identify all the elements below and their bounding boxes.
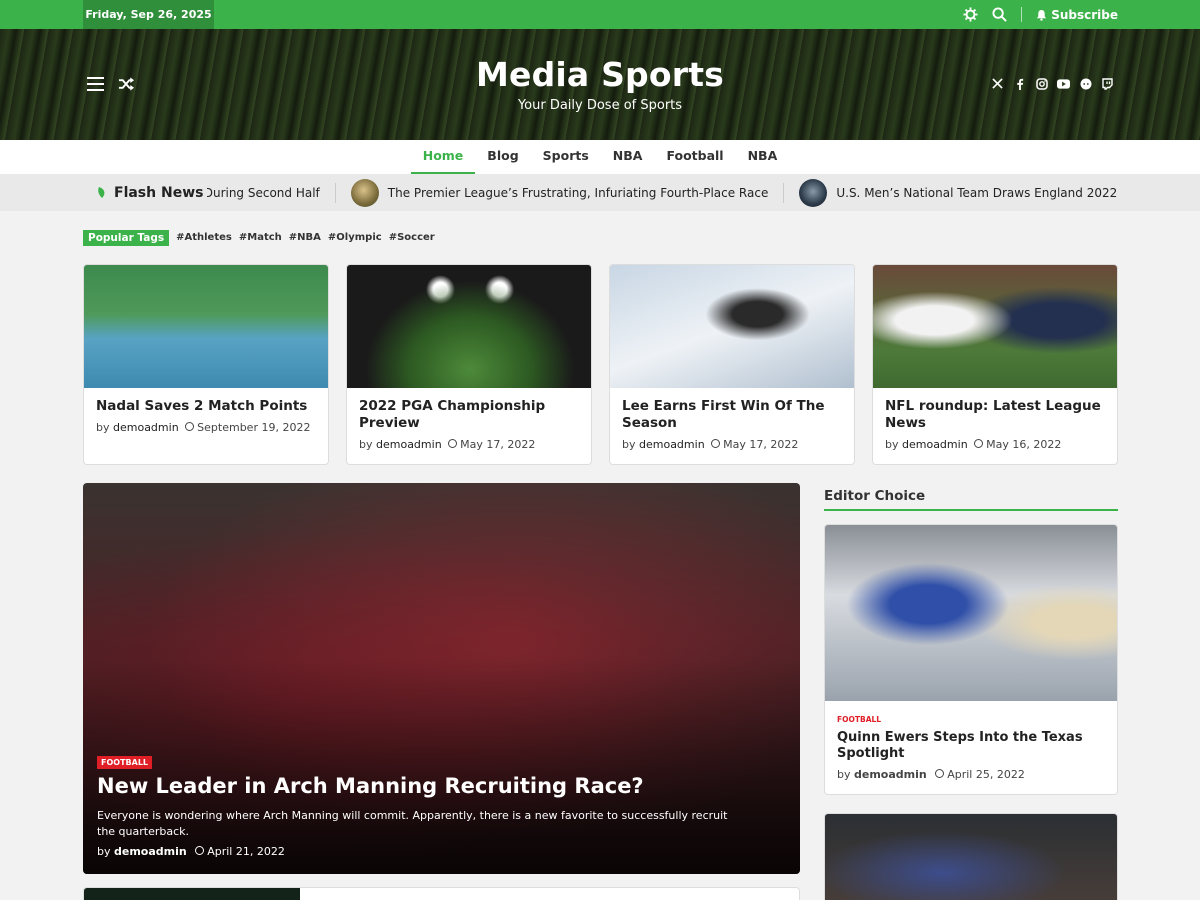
clock-icon bbox=[194, 846, 204, 855]
post-thumbnail[interactable] bbox=[84, 265, 328, 388]
post-title[interactable]: Lee Earns First Win Of The Season bbox=[622, 398, 842, 432]
post-thumbnail[interactable] bbox=[347, 265, 591, 388]
twitch-icon[interactable] bbox=[1101, 77, 1114, 90]
post-meta: by demoadmin May 17, 2022 bbox=[359, 438, 536, 451]
post-date: May 16, 2022 bbox=[986, 438, 1062, 451]
tag-athletes[interactable]: #Athletes bbox=[176, 232, 232, 243]
category-badge[interactable]: FOOTBALL bbox=[97, 756, 153, 769]
leaf-icon bbox=[98, 187, 105, 198]
ticker-item[interactable]: U.S. Men’s National Team Draws England 2… bbox=[784, 178, 1119, 207]
clock-icon bbox=[447, 439, 457, 448]
popular-tags: Popular Tags #Athletes #Match #NBA #Olym… bbox=[83, 229, 435, 246]
post-title[interactable]: Quinn Ewers Steps Into the Texas Spotlig… bbox=[837, 730, 1105, 762]
post-thumbnail[interactable] bbox=[825, 525, 1117, 701]
site-tagline: Your Daily Dose of Sports bbox=[517, 98, 683, 113]
ticker-item-title: The Premier League’s Frustrating, Infuri… bbox=[387, 185, 769, 200]
news-ticker: ries During Second Half The Premier Leag… bbox=[203, 174, 1119, 211]
post-card[interactable]: NFL roundup: Latest League News by demoa… bbox=[872, 264, 1118, 465]
post-thumbnail[interactable] bbox=[84, 888, 300, 900]
post-author[interactable]: demoadmin bbox=[639, 438, 705, 451]
post-author[interactable]: demoadmin bbox=[854, 768, 927, 781]
post-thumbnail[interactable] bbox=[610, 265, 854, 388]
top-bar: Friday, Sep 26, 2025 Subscribe bbox=[0, 0, 1200, 29]
search-icon[interactable] bbox=[992, 7, 1007, 22]
post-meta: by demoadmin May 16, 2022 bbox=[885, 438, 1062, 451]
tag-olympic[interactable]: #Olympic bbox=[328, 232, 382, 243]
clock-icon bbox=[934, 769, 944, 778]
editor-choice-heading: Editor Choice bbox=[824, 488, 926, 504]
clock-icon bbox=[184, 422, 194, 431]
post-author[interactable]: demoadmin bbox=[113, 421, 179, 434]
heading-underline bbox=[824, 509, 1118, 511]
post-meta: by demoadmin May 17, 2022 bbox=[622, 438, 799, 451]
ticker-item[interactable]: ries During Second Half bbox=[203, 182, 336, 203]
post-date: May 17, 2022 bbox=[460, 438, 536, 451]
post-card[interactable]: 2022 PGA Championship Preview by demoadm… bbox=[346, 264, 592, 465]
editor-choice-post-thumbnail[interactable] bbox=[824, 813, 1118, 900]
social-links bbox=[991, 77, 1114, 90]
post-title[interactable]: 2022 PGA Championship Preview bbox=[359, 398, 579, 432]
ticker-item-title: ries During Second Half bbox=[203, 185, 320, 200]
category-badge[interactable]: FOOTBALL bbox=[837, 715, 881, 724]
post-date: September 19, 2022 bbox=[197, 421, 311, 434]
flash-news-label: Flash News bbox=[97, 174, 208, 211]
header-banner: Media Sports Your Daily Dose of Sports bbox=[0, 29, 1200, 140]
featured-post-title[interactable]: New Leader in Arch Manning Recruiting Ra… bbox=[97, 774, 644, 798]
tag-soccer[interactable]: #Soccer bbox=[389, 232, 435, 243]
post-author[interactable]: demoadmin bbox=[376, 438, 442, 451]
flash-news-bar: Flash News ries During Second Half The P… bbox=[0, 174, 1200, 211]
shuffle-icon[interactable] bbox=[118, 76, 135, 96]
top-bar-actions: Subscribe bbox=[963, 0, 1118, 29]
post-author[interactable]: demoadmin bbox=[902, 438, 968, 451]
post-date: April 21, 2022 bbox=[207, 845, 285, 858]
clock-icon bbox=[973, 439, 983, 448]
clock-icon bbox=[710, 439, 720, 448]
post-date: May 17, 2022 bbox=[723, 438, 799, 451]
site-title[interactable]: Media Sports bbox=[400, 55, 800, 94]
main-navigation: Home Blog Sports NBA Football NBA bbox=[0, 140, 1200, 174]
nav-item-sports[interactable]: Sports bbox=[531, 140, 601, 174]
post-meta: by demoadmin April 21, 2022 bbox=[97, 845, 285, 858]
nav-item-nba-2[interactable]: NBA bbox=[736, 140, 790, 174]
divider bbox=[1021, 7, 1023, 22]
popular-tags-label: Popular Tags bbox=[83, 229, 170, 246]
post-title[interactable]: NFL roundup: Latest League News bbox=[885, 398, 1105, 432]
ticker-thumbnail bbox=[799, 178, 828, 207]
nav-item-nba[interactable]: NBA bbox=[601, 140, 655, 174]
nav-item-home[interactable]: Home bbox=[410, 140, 476, 174]
post-date: April 25, 2022 bbox=[947, 768, 1025, 781]
gear-icon[interactable] bbox=[963, 7, 978, 22]
ticker-item-title: U.S. Men’s National Team Draws England 2… bbox=[836, 185, 1119, 200]
instagram-icon[interactable] bbox=[1035, 77, 1048, 90]
post-meta: by demoadmin September 19, 2022 bbox=[96, 421, 311, 434]
youtube-icon[interactable] bbox=[1057, 77, 1070, 90]
bell-icon bbox=[1037, 9, 1047, 21]
post-thumbnail[interactable] bbox=[873, 265, 1117, 388]
featured-post[interactable]: FOOTBALL New Leader in Arch Manning Recr… bbox=[83, 483, 800, 874]
post-meta: by demoadmin April 25, 2022 bbox=[837, 768, 1025, 781]
flash-news-title: Flash News bbox=[114, 184, 204, 201]
tag-match[interactable]: #Match bbox=[239, 232, 282, 243]
reddit-icon[interactable] bbox=[1079, 77, 1092, 90]
post-card[interactable]: Lee Earns First Win Of The Season by dem… bbox=[609, 264, 855, 465]
nav-item-football[interactable]: Football bbox=[654, 140, 735, 174]
ticker-item[interactable]: The Premier League’s Frustrating, Infuri… bbox=[336, 178, 785, 207]
featured-post-excerpt: Everyone is wondering where Arch Manning… bbox=[97, 809, 728, 838]
hamburger-menu-icon[interactable] bbox=[86, 76, 106, 96]
current-date: Friday, Sep 26, 2025 bbox=[83, 0, 214, 29]
editor-choice-post[interactable]: FOOTBALL Quinn Ewers Steps Into the Texa… bbox=[824, 524, 1118, 795]
subscribe-button[interactable]: Subscribe bbox=[1036, 8, 1118, 22]
post-author[interactable]: demoadmin bbox=[114, 845, 187, 858]
nav-item-blog[interactable]: Blog bbox=[475, 140, 530, 174]
post-card[interactable]: Nadal Saves 2 Match Points by demoadmin … bbox=[83, 264, 329, 465]
facebook-icon[interactable] bbox=[1013, 77, 1026, 90]
post-title[interactable]: Nadal Saves 2 Match Points bbox=[96, 398, 316, 415]
post-card[interactable] bbox=[83, 887, 800, 900]
ticker-thumbnail bbox=[350, 178, 379, 207]
tag-nba[interactable]: #NBA bbox=[289, 232, 321, 243]
subscribe-label: Subscribe bbox=[1051, 7, 1118, 22]
x-icon[interactable] bbox=[991, 77, 1004, 90]
